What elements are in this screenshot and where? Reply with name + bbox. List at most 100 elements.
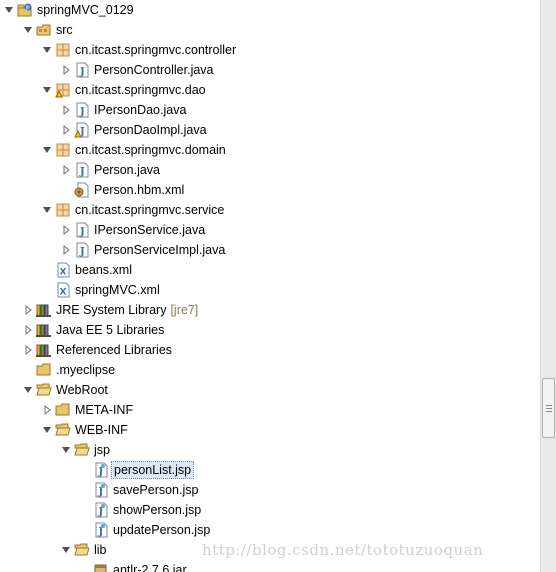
jsp-file-icon: J xyxy=(93,482,109,498)
svg-text:J: J xyxy=(25,5,27,11)
tree-item-decoration: [jre7] xyxy=(170,303,199,317)
package-icon xyxy=(55,142,71,158)
tree-row-folder-web-inf[interactable]: WEB-INF xyxy=(0,420,540,440)
tree-row-file-beans-xml[interactable]: Xbeans.xml xyxy=(0,260,540,280)
svg-text:J: J xyxy=(79,227,85,238)
tree-row-folder-src[interactable]: src xyxy=(0,20,540,40)
collapsed-arrow-icon[interactable] xyxy=(60,244,72,256)
tree-row-file-personserviceimpl-java[interactable]: J PersonServiceImpl.java xyxy=(0,240,540,260)
tree-item-text: Person.java xyxy=(94,163,161,177)
tree-item-text: Referenced Libraries xyxy=(56,343,173,357)
svg-text:J: J xyxy=(98,467,104,478)
tree-row-file-person-java[interactable]: J Person.java xyxy=(0,160,540,180)
tree-item-label: Referenced Libraries xyxy=(54,341,174,359)
tree-row-folder-lib[interactable]: lib xyxy=(0,540,540,560)
collapsed-arrow-icon[interactable] xyxy=(60,104,72,116)
tree-item-text: personList.jsp xyxy=(114,463,192,477)
collapsed-arrow-icon[interactable] xyxy=(22,304,34,316)
tree-row-library-jre-system[interactable]: JRE System Library [jre7] xyxy=(0,300,540,320)
folder-icon xyxy=(55,402,71,418)
tree-row-file-personcontroller-java[interactable]: J PersonController.java xyxy=(0,60,540,80)
java-file-icon: J xyxy=(74,222,90,238)
java-file-icon: J xyxy=(74,242,90,258)
project-icon: J xyxy=(17,2,33,18)
tree-row-file-updateperson-jsp[interactable]: JupdatePerson.jsp xyxy=(0,520,540,540)
collapsed-arrow-icon[interactable] xyxy=(60,224,72,236)
tree-item-label: WebRoot xyxy=(54,381,110,399)
tree-item-text: savePerson.jsp xyxy=(113,483,199,497)
jsp-file-icon: J xyxy=(93,462,109,478)
tree-row-file-persondaoimpl-java[interactable]: J PersonDaoImpl.java xyxy=(0,120,540,140)
folder-icon xyxy=(36,362,52,378)
tree-row-file-antlr-jar[interactable]: antlr-2.7.6.jar xyxy=(0,560,540,572)
tree-item-text: JRE System Library xyxy=(56,303,167,317)
tree-row-folder-meta-inf[interactable]: META-INF xyxy=(0,400,540,420)
tree-row-package-dao[interactable]: cn.itcast.springmvc.dao xyxy=(0,80,540,100)
tree-row-folder-jsp[interactable]: jsp xyxy=(0,440,540,460)
expanded-arrow-icon[interactable] xyxy=(41,84,53,96)
tree-row-file-ipersondao-java[interactable]: J IPersonDao.java xyxy=(0,100,540,120)
expanded-arrow-icon[interactable] xyxy=(22,384,34,396)
tree-item-label: .myeclipse xyxy=(54,361,117,379)
tree-row-file-personlist-jsp[interactable]: JpersonList.jsp xyxy=(0,460,540,480)
tree-item-text: IPersonDao.java xyxy=(94,103,187,117)
tree-row-package-domain[interactable]: cn.itcast.springmvc.domain xyxy=(0,140,540,160)
package-warning-icon xyxy=(55,82,71,98)
tree-row-library-javaee5[interactable]: Java EE 5 Libraries xyxy=(0,320,540,340)
tree-row-folder-myeclipse[interactable]: .myeclipse xyxy=(0,360,540,380)
tree-item-label: Java EE 5 Libraries xyxy=(54,321,166,339)
expanded-arrow-icon[interactable] xyxy=(41,204,53,216)
scrollbar-thumb[interactable] xyxy=(542,378,555,438)
tree-item-label: Person.hbm.xml xyxy=(92,181,186,199)
hibernate-mapping-icon xyxy=(74,182,90,198)
tree-item-text: IPersonService.java xyxy=(94,223,206,237)
tree-item-label: PersonDaoImpl.java xyxy=(92,121,209,139)
source-folder-icon xyxy=(36,22,52,38)
tree-item-label: savePerson.jsp xyxy=(111,481,200,499)
tree-row-file-ipersonservice-java[interactable]: J IPersonService.java xyxy=(0,220,540,240)
tree-item-text: PersonController.java xyxy=(94,63,214,77)
tree-item-text: PersonServiceImpl.java xyxy=(94,243,226,257)
tree-row-folder-webroot[interactable]: WebRoot xyxy=(0,380,540,400)
tree-row-project-springmvc-0129[interactable]: JspringMVC_0129 xyxy=(0,0,540,20)
tree-item-label: lib xyxy=(92,541,109,559)
tree-item-label: IPersonDao.java xyxy=(92,101,188,119)
expanded-arrow-icon[interactable] xyxy=(41,144,53,156)
tree-item-label: showPerson.jsp xyxy=(111,501,203,519)
collapsed-arrow-icon[interactable] xyxy=(41,404,53,416)
tree-row-package-controller[interactable]: cn.itcast.springmvc.controller xyxy=(0,40,540,60)
collapsed-arrow-icon[interactable] xyxy=(22,324,34,336)
expanded-arrow-icon[interactable] xyxy=(22,24,34,36)
expanded-arrow-icon[interactable] xyxy=(41,424,53,436)
tree-row-file-person-hbm-xml[interactable]: Person.hbm.xml xyxy=(0,180,540,200)
svg-text:J: J xyxy=(98,527,104,538)
tree-row-library-referenced[interactable]: Referenced Libraries xyxy=(0,340,540,360)
jsp-file-icon: J xyxy=(93,502,109,518)
tree-item-label: cn.itcast.springmvc.dao xyxy=(73,81,208,99)
tree-item-label: springMVC_0129 xyxy=(35,1,136,19)
collapsed-arrow-icon[interactable] xyxy=(22,344,34,356)
expanded-arrow-icon[interactable] xyxy=(60,444,72,456)
java-file-icon: J xyxy=(74,102,90,118)
tree-item-label: beans.xml xyxy=(73,261,134,279)
tree-item-label: WEB-INF xyxy=(73,421,130,439)
expanded-arrow-icon[interactable] xyxy=(41,44,53,56)
tree-row-file-springmvc-xml[interactable]: XspringMVC.xml xyxy=(0,280,540,300)
expanded-arrow-icon[interactable] xyxy=(3,4,15,16)
java-file-icon: J xyxy=(74,62,90,78)
tree-item-label: JRE System Library [jre7] xyxy=(54,301,200,319)
tree-item-label: updatePerson.jsp xyxy=(111,521,212,539)
tree-row-package-service[interactable]: cn.itcast.springmvc.service xyxy=(0,200,540,220)
tree-row-file-saveperson-jsp[interactable]: JsavePerson.jsp xyxy=(0,480,540,500)
tree-item-label: META-INF xyxy=(73,401,135,419)
collapsed-arrow-icon[interactable] xyxy=(60,64,72,76)
svg-text:J: J xyxy=(98,507,104,518)
expanded-arrow-icon[interactable] xyxy=(60,544,72,556)
vertical-scrollbar[interactable] xyxy=(540,0,556,572)
package-icon xyxy=(55,202,71,218)
tree-item-label: Person.java xyxy=(92,161,162,179)
tree-row-file-showperson-jsp[interactable]: JshowPerson.jsp xyxy=(0,500,540,520)
tree-item-label: PersonServiceImpl.java xyxy=(92,241,227,259)
collapsed-arrow-icon[interactable] xyxy=(60,124,72,136)
collapsed-arrow-icon[interactable] xyxy=(60,164,72,176)
